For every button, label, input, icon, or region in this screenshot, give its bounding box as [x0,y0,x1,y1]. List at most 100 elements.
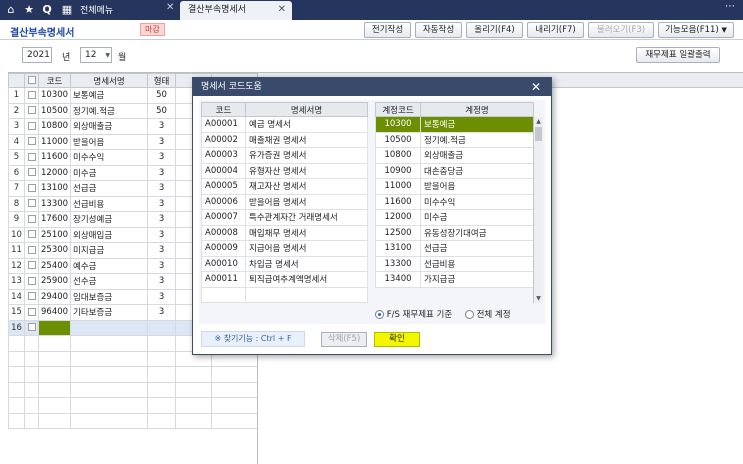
type-cell[interactable]: 3 [147,226,177,243]
type-cell[interactable]: 3 [147,149,177,166]
type-cell[interactable]: 3 [147,242,177,259]
code-cell[interactable]: 10500 [37,102,72,119]
tab-closing-statement[interactable]: 결산부속명세서 ✕ [180,1,292,20]
account-row[interactable]: 11000 받을어음 [375,178,534,195]
tab-all-menu[interactable]: 전체메뉴 [80,3,113,16]
row-checkbox[interactable] [24,87,39,104]
row-checkbox[interactable] [24,242,39,259]
row-checkbox[interactable] [24,226,39,243]
type-cell[interactable]: 3 [147,164,177,181]
name-cell[interactable]: 기타보증금 [70,304,149,321]
code-cell[interactable]: 25100 [37,226,72,243]
more-icon[interactable]: ⋯ [725,1,735,12]
row-checkbox[interactable] [24,304,39,321]
name-cell[interactable]: 외상매입금 [70,226,149,243]
delete-button[interactable]: 삭제(F5) [321,332,367,347]
scroll-thumb[interactable] [535,127,542,141]
statement-code-row[interactable]: A00003 유가증권 명세서 [201,147,368,164]
month-select[interactable]: 12 ▼ [80,47,112,63]
type-cell[interactable] [147,319,177,336]
name-cell[interactable] [70,319,149,336]
calendar-icon[interactable]: ▦ [60,3,74,17]
account-row[interactable]: 12000 미수금 [375,209,534,226]
account-row[interactable]: 10300 보통예금 [375,116,534,133]
scroll-up-icon[interactable]: ▲ [534,117,543,126]
code-cell[interactable]: 29400 [37,288,72,305]
account-row[interactable]: 10900 대손충당금 [375,162,534,179]
star-icon[interactable]: ★ [22,3,36,17]
row-checkbox[interactable] [24,211,39,228]
auto-create-button[interactable]: 자동작성 [415,22,462,38]
scroll-down-icon[interactable]: ▼ [534,294,543,303]
type-cell[interactable]: 3 [147,118,177,135]
code-cell[interactable]: 11000 [37,133,72,150]
home-icon[interactable]: ⌂ [4,3,18,17]
name-cell[interactable]: 받을어음 [70,133,149,150]
row-checkbox[interactable] [24,288,39,305]
row-checkbox[interactable] [24,273,39,290]
code-cell[interactable]: 13300 [37,195,72,212]
row-checkbox[interactable] [24,195,39,212]
name-cell[interactable]: 선급금 [70,180,149,197]
statement-code-row[interactable]: A00001 예금 명세서 [201,116,368,133]
type-cell[interactable]: 50 [147,87,177,104]
code-cell[interactable]: 25900 [37,273,72,290]
statement-code-row[interactable]: A00011 퇴직급여추계액명세서 [201,271,368,288]
type-cell[interactable]: 3 [147,133,177,150]
account-row[interactable]: 13300 선급비용 [375,255,534,272]
code-cell[interactable]: 10800 [37,118,72,135]
name-cell[interactable]: 보통예금 [70,87,149,104]
row-checkbox[interactable] [24,149,39,166]
name-cell[interactable]: 장기성예금 [70,211,149,228]
code-cell[interactable]: 96400 [37,304,72,321]
tab-close-icon[interactable]: ✕ [166,2,174,13]
row-checkbox[interactable] [24,319,39,336]
row-checkbox[interactable] [24,180,39,197]
name-cell[interactable]: 선급비용 [70,195,149,212]
account-scrollbar[interactable]: ▲ ▼ [533,117,543,303]
account-row[interactable]: 10800 외상매출금 [375,147,534,164]
statement-code-row[interactable]: A00009 지급어음 명세서 [201,240,368,257]
type-cell[interactable]: 3 [147,257,177,274]
type-cell[interactable]: 3 [147,195,177,212]
code-cell[interactable]: 13100 [37,180,72,197]
row-checkbox[interactable] [24,164,39,181]
type-cell[interactable]: 3 [147,273,177,290]
statement-code-row[interactable]: A00006 받을어음 명세서 [201,193,368,210]
pull-button[interactable]: 올리기(F4) [466,22,523,38]
account-row[interactable]: 10500 정기예.적금 [375,131,534,148]
code-cell[interactable]: 11600 [37,149,72,166]
account-row[interactable]: 13400 가지급금 [375,271,534,288]
type-cell[interactable]: 3 [147,288,177,305]
radio-fs-basis[interactable] [375,310,384,319]
close-icon[interactable]: ✕ [278,1,286,19]
account-row[interactable]: 13100 선급금 [375,240,534,257]
type-cell[interactable]: 3 [147,211,177,228]
statement-code-row[interactable]: A00008 매입채무 명세서 [201,224,368,241]
name-cell[interactable]: 선수금 [70,273,149,290]
search-icon[interactable]: Q [40,3,54,17]
create-button[interactable]: 전기작성 [364,22,411,38]
name-cell[interactable]: 정기예.적금 [70,102,149,119]
type-cell[interactable]: 3 [147,180,177,197]
print-all-button[interactable]: 재무제표 일괄출력 [636,47,720,63]
code-cell[interactable]: 25300 [37,242,72,259]
row-checkbox[interactable] [24,118,39,135]
statement-code-row[interactable]: A00007 특수관계자간 거래명세서 [201,209,368,226]
name-cell[interactable]: 외상매출금 [70,118,149,135]
code-cell[interactable]: 17600 [37,211,72,228]
statement-code-row[interactable]: A00005 재고자산 명세서 [201,178,368,195]
select-all-checkbox[interactable] [24,73,39,88]
push-button[interactable]: 내리기(F7) [527,22,584,38]
type-cell[interactable]: 50 [147,102,177,119]
row-checkbox[interactable] [24,257,39,274]
confirm-button[interactable]: 확인 [374,332,420,347]
code-cell[interactable]: 12000 [37,164,72,181]
name-cell[interactable]: 임대보증금 [70,288,149,305]
code-cell[interactable] [37,319,72,336]
name-cell[interactable]: 미수금 [70,164,149,181]
name-cell[interactable]: 예수금 [70,257,149,274]
statement-code-row[interactable]: A00002 매출채권 명세서 [201,131,368,148]
row-checkbox[interactable] [24,133,39,150]
radio-all-accounts[interactable] [464,310,474,319]
